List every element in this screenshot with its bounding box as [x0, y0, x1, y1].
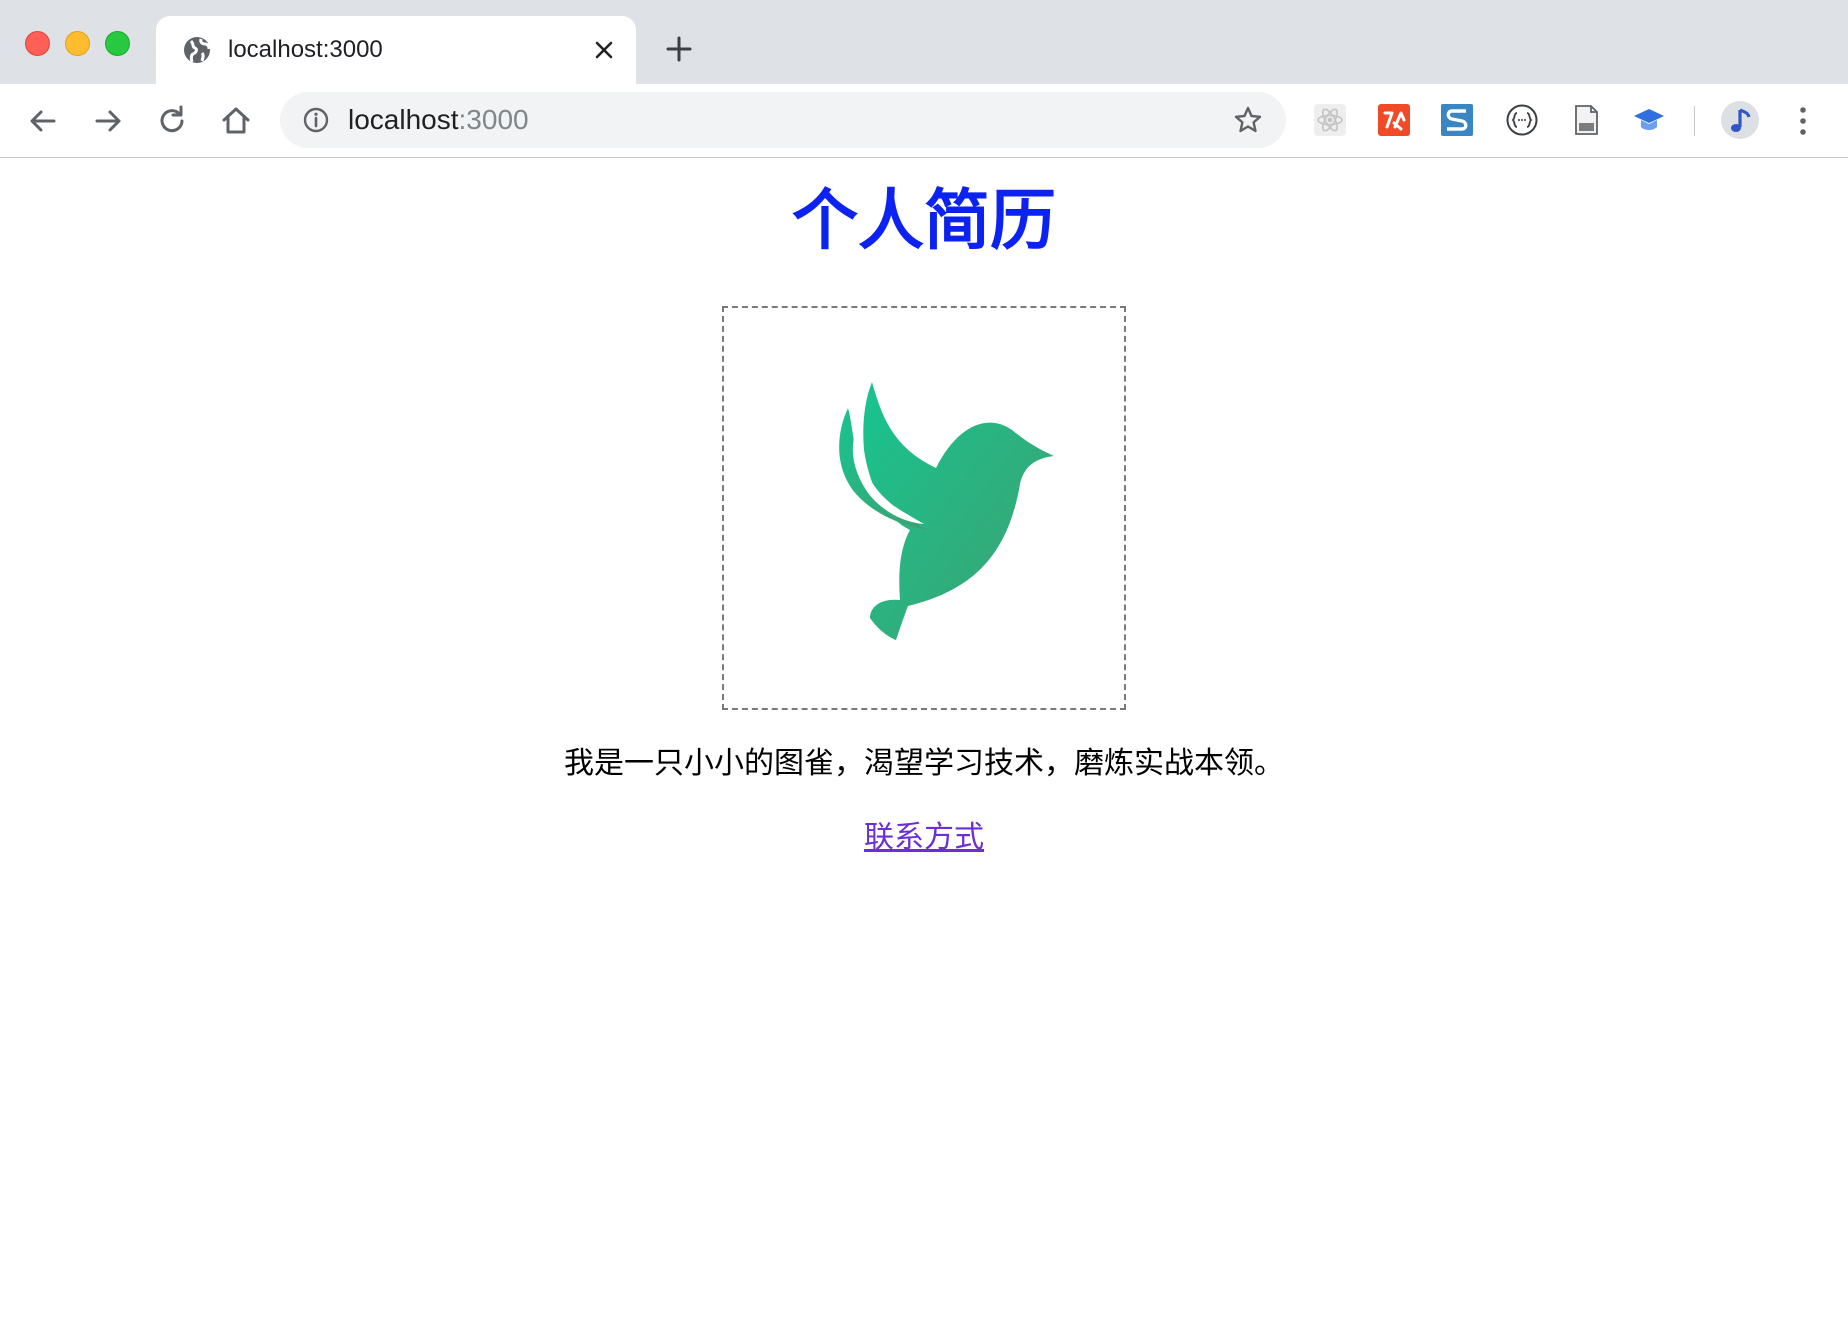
- address-url[interactable]: localhost:3000: [348, 103, 529, 137]
- reload-icon[interactable]: [153, 102, 191, 140]
- star-icon[interactable]: [1232, 104, 1264, 136]
- contact-link[interactable]: 联系方式: [864, 820, 984, 855]
- close-window-button[interactable]: [25, 31, 50, 56]
- s-extension-icon[interactable]: [1440, 103, 1474, 137]
- arrow-right-icon[interactable]: [89, 102, 127, 140]
- globe-icon: [184, 37, 211, 63]
- browser-toolbar: localhost:3000: [0, 84, 1848, 158]
- document-icon[interactable]: [1569, 103, 1603, 137]
- zoom-window-button[interactable]: [105, 31, 130, 56]
- close-icon[interactable]: [590, 36, 618, 64]
- profile-avatar-icon[interactable]: [1720, 100, 1760, 140]
- minimize-window-button[interactable]: [65, 31, 90, 56]
- arrow-left-icon[interactable]: [24, 102, 62, 140]
- intro-text: 我是一只小小的图雀，渴望学习技术，磨炼实战本领。: [564, 746, 1284, 781]
- tab-localhost[interactable]: localhost:3000: [156, 16, 636, 84]
- react-devtools-icon[interactable]: [1313, 103, 1347, 137]
- red-extension-icon[interactable]: [1377, 103, 1411, 137]
- address-port: :3000: [458, 104, 529, 135]
- hummingbird-logo-icon: [839, 382, 1054, 640]
- tab-strip: localhost:3000: [0, 0, 1848, 84]
- toolbar-separator: [1694, 106, 1695, 136]
- plus-icon[interactable]: [664, 34, 694, 64]
- info-icon[interactable]: [302, 106, 330, 134]
- address-host: localhost: [348, 104, 459, 135]
- page-content: 个人简历 我是一只小小的图雀，渴望学习技术，磨炼实战本领。 联系方式: [0, 158, 1848, 1324]
- avatar-frame: [722, 306, 1126, 710]
- address-bar[interactable]: localhost:3000: [280, 92, 1286, 148]
- browser-window: localhost:3000 localhost:3000 个人简历 我是一只小…: [0, 0, 1848, 1324]
- json-viewer-icon[interactable]: [1505, 103, 1539, 137]
- home-icon[interactable]: [217, 102, 255, 140]
- kebab-menu-icon[interactable]: [1788, 102, 1818, 140]
- contact-paragraph: 联系方式: [0, 818, 1848, 858]
- graduation-cap-icon[interactable]: [1632, 103, 1666, 137]
- tab-title: localhost:3000: [228, 36, 383, 63]
- page-title: 个人简历: [792, 181, 1056, 259]
